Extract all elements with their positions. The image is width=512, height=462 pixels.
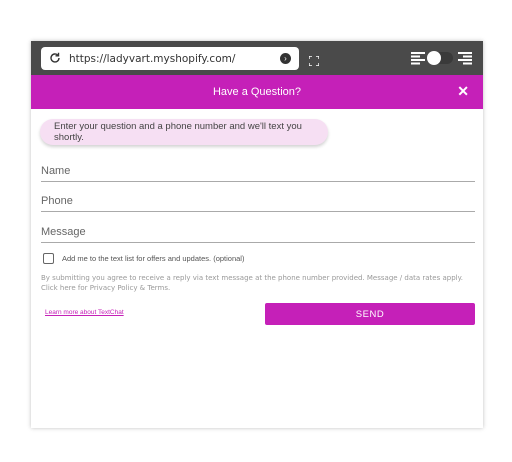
go-icon[interactable]: › xyxy=(280,53,291,64)
phone-input[interactable] xyxy=(41,194,475,207)
message-field xyxy=(41,221,475,243)
fullscreen-icon[interactable] xyxy=(308,53,320,67)
disclaimer-text[interactable]: By submitting you agree to receive a rep… xyxy=(41,274,477,293)
reload-icon[interactable] xyxy=(49,52,63,66)
intro-message: Enter your question and a phone number a… xyxy=(40,119,328,145)
message-input[interactable] xyxy=(41,225,475,238)
align-right-icon[interactable] xyxy=(458,51,472,65)
browser-toolbar: https://ladyvart.myshopify.com/ › xyxy=(31,41,483,75)
url-text[interactable]: https://ladyvart.myshopify.com/ xyxy=(69,53,280,65)
optin-label[interactable]: Add me to the text list for offers and u… xyxy=(62,254,244,263)
optin-row: Add me to the text list for offers and u… xyxy=(43,253,244,264)
learn-more-link[interactable]: Learn more about TextChat xyxy=(45,309,124,316)
optin-checkbox[interactable] xyxy=(43,253,54,264)
send-button[interactable]: SEND xyxy=(265,303,475,325)
phone-field xyxy=(41,190,475,212)
name-field xyxy=(41,160,475,182)
chat-title: Have a Question? xyxy=(212,86,302,98)
name-input[interactable] xyxy=(41,164,475,177)
chat-header: Have a Question? ✕ xyxy=(31,75,483,109)
widget-frame: https://ladyvart.myshopify.com/ › Have a… xyxy=(31,41,483,428)
align-left-icon[interactable] xyxy=(411,51,425,65)
toggle-knob xyxy=(427,51,441,65)
toggle-switch[interactable] xyxy=(427,51,453,65)
address-bar[interactable]: https://ladyvart.myshopify.com/ › xyxy=(41,47,299,70)
close-icon[interactable]: ✕ xyxy=(457,84,469,98)
